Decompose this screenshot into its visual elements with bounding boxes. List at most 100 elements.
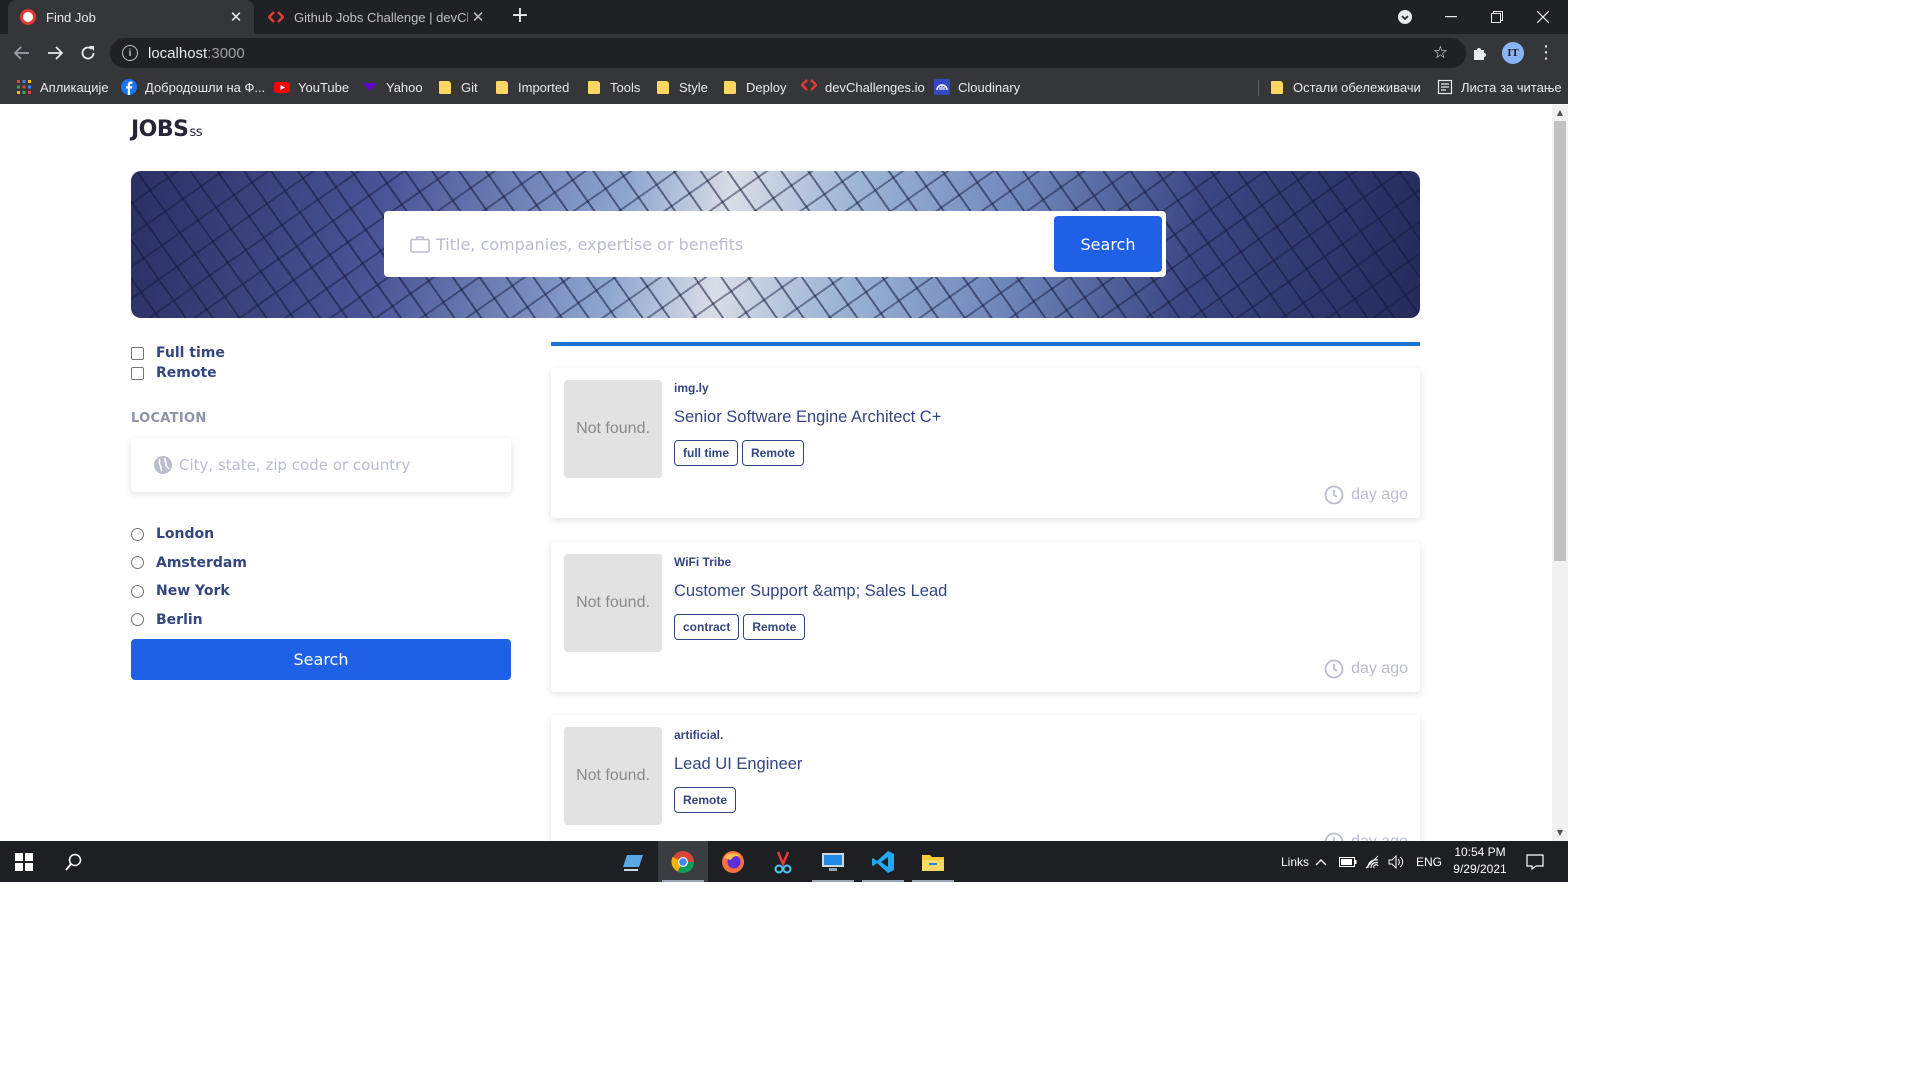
full-time-checkbox[interactable]: [131, 346, 144, 360]
scroll-down-icon[interactable]: ▼: [1552, 825, 1568, 841]
city-option-london[interactable]: London: [131, 520, 511, 549]
job-card[interactable]: Not found. WiFi Tribe Customer Support &…: [551, 542, 1420, 692]
browser-menu-icon[interactable]: ⋮: [1536, 40, 1556, 66]
tab-title: Find Job: [46, 9, 96, 25]
windows-start-icon[interactable]: [0, 841, 48, 882]
location-input[interactable]: [179, 456, 499, 474]
other-bookmarks-label: Остали обележивачи: [1293, 79, 1421, 95]
logo-text: JOBS: [131, 117, 189, 142]
city-option-amsterdam[interactable]: Amsterdam: [131, 549, 511, 578]
bookmark-facebook[interactable]: Добродошли на Ф...: [121, 72, 265, 102]
taskbar-vscode-icon[interactable]: [858, 841, 908, 882]
city-label: London: [156, 526, 215, 543]
bookmark-yahoo[interactable]: Yahoo: [362, 72, 423, 102]
cloudinary-icon: [934, 79, 950, 95]
folder-icon: [1271, 80, 1283, 94]
bookmark-folder-deploy[interactable]: Deploy: [724, 72, 786, 102]
minimize-icon[interactable]: [1428, 0, 1474, 34]
browser-tab-strip: Find Job ✕ Github Jobs Challenge | devCh…: [0, 0, 1568, 34]
page-scrollbar[interactable]: ▲ ▼: [1552, 105, 1568, 841]
extensions-icon[interactable]: [1469, 42, 1491, 64]
site-info-icon[interactable]: i: [122, 45, 138, 61]
taskbar-firefox-icon[interactable]: [708, 841, 758, 882]
job-search-input[interactable]: [436, 234, 1036, 254]
back-icon[interactable]: [8, 39, 36, 67]
notifications-icon[interactable]: [1526, 841, 1544, 882]
bookmark-folder-git[interactable]: Git: [439, 72, 478, 102]
job-tags: contract Remote: [674, 614, 806, 640]
tab-find-job[interactable]: Find Job ✕: [8, 0, 254, 34]
facebook-icon: [121, 79, 137, 95]
full-time-label: Full time: [156, 345, 225, 361]
bookmark-folder-imported[interactable]: Imported: [496, 72, 569, 102]
bookmark-folder-tools[interactable]: Tools: [588, 72, 640, 102]
bookmark-folder-style[interactable]: Style: [657, 72, 708, 102]
remote-checkbox[interactable]: [131, 366, 144, 380]
city-option-new-york[interactable]: New York: [131, 577, 511, 606]
job-title[interactable]: Senior Software Engine Architect C+: [674, 408, 941, 427]
input-language[interactable]: ENG: [1416, 841, 1442, 882]
job-title[interactable]: Customer Support &amp; Sales Lead: [674, 582, 947, 601]
bookmark-label: Git: [461, 79, 478, 95]
remote-filter[interactable]: Remote: [131, 363, 511, 383]
city-option-berlin[interactable]: Berlin: [131, 606, 511, 635]
volume-icon[interactable]: [1388, 841, 1404, 882]
bookmark-apps[interactable]: Апликације: [16, 72, 109, 102]
system-clock[interactable]: 10:54 PM 9/29/2021: [1440, 844, 1520, 878]
profile-avatar[interactable]: IT: [1502, 42, 1524, 64]
close-window-icon[interactable]: [1520, 0, 1566, 34]
city-options: London Amsterdam New York Berlin: [131, 520, 511, 634]
search-icon[interactable]: [50, 841, 98, 882]
other-bookmarks[interactable]: Остали обележивачи: [1271, 72, 1421, 102]
reading-list[interactable]: Листа за читање: [1437, 72, 1562, 102]
scrollbar-thumb[interactable]: [1554, 121, 1566, 561]
job-search-bar: Search: [384, 211, 1166, 277]
tab-github-jobs-challenge[interactable]: Github Jobs Challenge | devChallenges ✕: [256, 0, 496, 34]
restore-icon[interactable]: [1474, 0, 1520, 34]
posted-time: day ago: [1324, 659, 1408, 679]
taskbar-snipping-tool-icon[interactable]: [758, 841, 808, 882]
bookmark-label: Добродошли на Ф...: [145, 79, 266, 95]
clock-date: 9/29/2021: [1453, 862, 1507, 876]
tab-search-icon[interactable]: [1382, 0, 1428, 34]
scroll-up-icon[interactable]: ▲: [1552, 105, 1568, 121]
close-icon[interactable]: ✕: [226, 8, 246, 26]
job-card[interactable]: Not found. artificial. Lead UI Engineer …: [551, 715, 1420, 841]
folder-icon: [588, 80, 600, 94]
bookmark-cloudinary[interactable]: Cloudinary: [934, 72, 1020, 102]
taskbar-app-display-settings-icon[interactable]: [608, 841, 658, 882]
reload-icon[interactable]: [74, 39, 102, 67]
radio-button[interactable]: [131, 527, 144, 541]
browser-toolbar: i localhost:3000 ☆ IT ⋮: [0, 34, 1568, 72]
url-port: :3000: [207, 44, 245, 62]
job-title[interactable]: Lead UI Engineer: [674, 755, 802, 774]
job-card[interactable]: Not found. img.ly Senior Software Engine…: [551, 368, 1420, 518]
bookmark-star-icon[interactable]: ☆: [1433, 43, 1448, 63]
radio-button[interactable]: [131, 613, 144, 627]
bookmark-label: Cloudinary: [958, 79, 1021, 95]
app-logo[interactable]: JOBSss: [131, 117, 203, 142]
address-bar[interactable]: i localhost:3000 ☆: [110, 38, 1466, 68]
job-tag: Remote: [674, 787, 737, 813]
taskbar-chrome-icon[interactable]: [658, 841, 708, 882]
taskbar-file-explorer-icon[interactable]: [908, 841, 958, 882]
new-tab-button[interactable]: +: [508, 4, 532, 28]
radio-button[interactable]: [131, 556, 144, 570]
radio-button[interactable]: [131, 584, 144, 598]
forward-icon[interactable]: [41, 39, 69, 67]
links-toolbar[interactable]: Links: [1281, 841, 1309, 882]
url-host: localhost: [148, 44, 208, 62]
chevron-up-icon[interactable]: [1315, 841, 1327, 882]
taskbar-remote-desktop-icon[interactable]: [808, 841, 858, 882]
location-search-button[interactable]: Search: [131, 639, 511, 680]
page-viewport: JOBSss Search Full time Remote LOCATION …: [0, 105, 1552, 841]
bookmark-devchallenges[interactable]: devChallenges.io: [800, 72, 925, 102]
wifi-icon[interactable]: [1364, 841, 1380, 882]
close-icon[interactable]: ✕: [468, 8, 488, 26]
battery-icon[interactable]: [1339, 841, 1357, 882]
remote-label: Remote: [156, 365, 217, 381]
full-time-filter[interactable]: Full time: [131, 343, 511, 363]
search-button[interactable]: Search: [1054, 216, 1162, 272]
job-tag: full time: [674, 440, 739, 466]
bookmark-youtube[interactable]: YouTube: [274, 72, 349, 102]
